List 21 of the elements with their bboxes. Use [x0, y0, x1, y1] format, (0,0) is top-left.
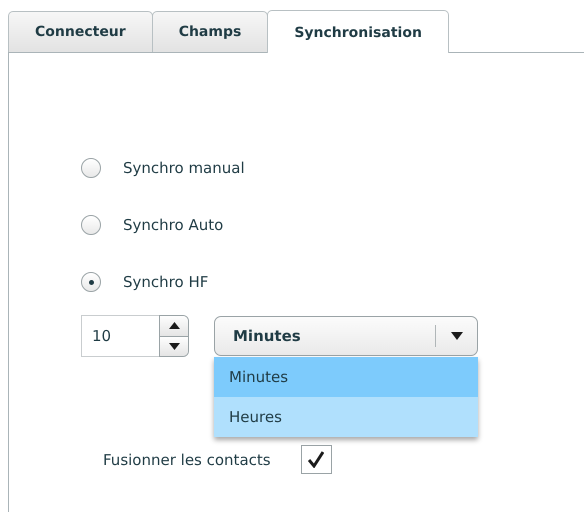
dropdown-option[interactable]: Minutes [214, 357, 478, 397]
radio-button[interactable] [81, 272, 101, 292]
increment-button[interactable] [160, 316, 188, 336]
radio-button[interactable] [81, 215, 101, 235]
checkbox[interactable] [300, 445, 332, 474]
tab[interactable]: Champs [152, 11, 268, 52]
down-triangle-icon [168, 342, 180, 350]
tab[interactable]: Synchronisation [267, 10, 449, 53]
radio-label: Synchro Auto [123, 216, 224, 234]
radio-button[interactable] [81, 158, 101, 178]
tab[interactable]: Connecteur [8, 11, 153, 52]
number-input[interactable]: 10 [81, 315, 159, 357]
up-triangle-icon [168, 322, 180, 330]
checkbox-label: Fusionner les contacts [103, 450, 271, 468]
radio-label: Synchro manual [123, 159, 245, 177]
unit-dropdown[interactable]: Minutes [214, 316, 478, 356]
checkmark-icon [308, 451, 324, 468]
decrement-button[interactable] [160, 336, 188, 356]
dropdown-option[interactable]: Heures [214, 397, 478, 437]
radio-label: Synchro HF [123, 273, 208, 291]
caret-icon [451, 332, 463, 340]
